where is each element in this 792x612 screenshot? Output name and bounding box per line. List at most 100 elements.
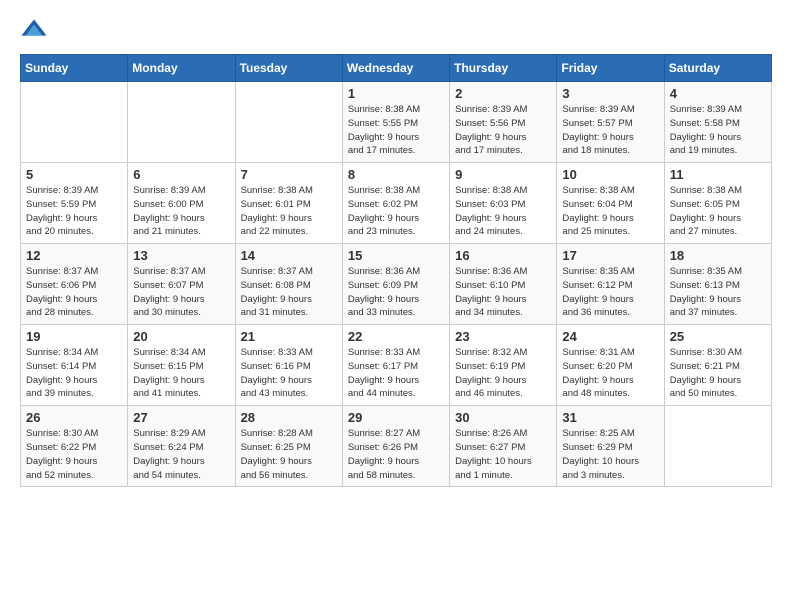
day-number: 29 <box>348 410 444 425</box>
day-cell: 28 Sunrise: 8:28 AMSunset: 6:25 PMDayligh… <box>235 406 342 487</box>
day-cell: 4 Sunrise: 8:39 AMSunset: 5:58 PMDaylight… <box>664 82 771 163</box>
day-cell: 20Sunrise: 8:34 AMSunset: 6:15 PMDayligh… <box>128 325 235 406</box>
day-number: 6 <box>133 167 229 182</box>
weekday-header-tuesday: Tuesday <box>235 55 342 82</box>
week-row-4: 19Sunrise: 8:34 AMSunset: 6:14 PMDayligh… <box>21 325 772 406</box>
day-number: 26 <box>26 410 122 425</box>
day-cell: 11 Sunrise: 8:38 AMSunset: 6:05 PMDayligh… <box>664 163 771 244</box>
day-cell: 6 Sunrise: 8:39 AMSunset: 6:00 PMDaylight… <box>128 163 235 244</box>
day-info: Sunrise: 8:26 AMSunset: 6:27 PMDaylight:… <box>455 427 551 482</box>
day-cell: 24 Sunrise: 8:31 AMSunset: 6:20 PMDayligh… <box>557 325 664 406</box>
day-number: 14 <box>241 248 337 263</box>
calendar-page: SundayMondayTuesdayWednesdayThursdayFrid… <box>0 0 792 503</box>
day-number: 27 <box>133 410 229 425</box>
day-cell <box>664 406 771 487</box>
day-number: 22 <box>348 329 444 344</box>
day-info: Sunrise: 8:33 AMSunset: 6:16 PMDaylight:… <box>241 346 337 401</box>
day-cell: 23 Sunrise: 8:32 AMSunset: 6:19 PMDayligh… <box>450 325 557 406</box>
day-number: 9 <box>455 167 551 182</box>
weekday-header-friday: Friday <box>557 55 664 82</box>
day-cell: 26 Sunrise: 8:30 AMSunset: 6:22 PMDayligh… <box>21 406 128 487</box>
day-info: Sunrise: 8:32 AMSunset: 6:19 PMDaylight:… <box>455 346 551 401</box>
weekday-header-monday: Monday <box>128 55 235 82</box>
day-number: 12 <box>26 248 122 263</box>
logo-icon <box>20 16 48 44</box>
day-cell: 2 Sunrise: 8:39 AMSunset: 5:56 PMDaylight… <box>450 82 557 163</box>
day-number: 17 <box>562 248 658 263</box>
calendar-table: SundayMondayTuesdayWednesdayThursdayFrid… <box>20 54 772 487</box>
day-info: Sunrise: 8:39 AMSunset: 5:59 PMDaylight:… <box>26 184 122 239</box>
day-number: 30 <box>455 410 551 425</box>
day-cell: 7Sunrise: 8:38 AMSunset: 6:01 PMDaylight… <box>235 163 342 244</box>
day-number: 20 <box>133 329 229 344</box>
day-number: 10 <box>562 167 658 182</box>
day-number: 1 <box>348 86 444 101</box>
day-info: Sunrise: 8:31 AMSunset: 6:20 PMDaylight:… <box>562 346 658 401</box>
week-row-5: 26 Sunrise: 8:30 AMSunset: 6:22 PMDayligh… <box>21 406 772 487</box>
day-info: Sunrise: 8:30 AMSunset: 6:21 PMDaylight:… <box>670 346 766 401</box>
week-row-1: 1 Sunrise: 8:38 AMSunset: 5:55 PMDaylight… <box>21 82 772 163</box>
day-number: 11 <box>670 167 766 182</box>
day-cell: 21Sunrise: 8:33 AMSunset: 6:16 PMDayligh… <box>235 325 342 406</box>
day-info: Sunrise: 8:33 AMSunset: 6:17 PMDaylight:… <box>348 346 444 401</box>
weekday-header-sunday: Sunday <box>21 55 128 82</box>
logo <box>20 16 52 44</box>
day-info: Sunrise: 8:29 AMSunset: 6:24 PMDaylight:… <box>133 427 229 482</box>
header <box>20 16 772 44</box>
day-cell: 31 Sunrise: 8:25 AMSunset: 6:29 PMDayligh… <box>557 406 664 487</box>
day-cell: 13Sunrise: 8:37 AMSunset: 6:07 PMDayligh… <box>128 244 235 325</box>
day-cell: 29Sunrise: 8:27 AMSunset: 6:26 PMDayligh… <box>342 406 449 487</box>
day-cell: 1 Sunrise: 8:38 AMSunset: 5:55 PMDaylight… <box>342 82 449 163</box>
day-cell: 8 Sunrise: 8:38 AMSunset: 6:02 PMDaylight… <box>342 163 449 244</box>
day-cell: 25 Sunrise: 8:30 AMSunset: 6:21 PMDayligh… <box>664 325 771 406</box>
day-number: 18 <box>670 248 766 263</box>
day-cell: 3Sunrise: 8:39 AMSunset: 5:57 PMDaylight… <box>557 82 664 163</box>
week-row-2: 5 Sunrise: 8:39 AMSunset: 5:59 PMDaylight… <box>21 163 772 244</box>
day-info: Sunrise: 8:35 AMSunset: 6:12 PMDaylight:… <box>562 265 658 320</box>
weekday-header-wednesday: Wednesday <box>342 55 449 82</box>
day-info: Sunrise: 8:38 AMSunset: 5:55 PMDaylight:… <box>348 103 444 158</box>
day-cell: 12 Sunrise: 8:37 AMSunset: 6:06 PMDayligh… <box>21 244 128 325</box>
day-number: 16 <box>455 248 551 263</box>
day-info: Sunrise: 8:30 AMSunset: 6:22 PMDaylight:… <box>26 427 122 482</box>
day-number: 8 <box>348 167 444 182</box>
day-cell: 9Sunrise: 8:38 AMSunset: 6:03 PMDaylight… <box>450 163 557 244</box>
day-info: Sunrise: 8:38 AMSunset: 6:05 PMDaylight:… <box>670 184 766 239</box>
day-cell <box>235 82 342 163</box>
day-info: Sunrise: 8:28 AMSunset: 6:25 PMDaylight:… <box>241 427 337 482</box>
day-info: Sunrise: 8:37 AMSunset: 6:08 PMDaylight:… <box>241 265 337 320</box>
day-number: 5 <box>26 167 122 182</box>
day-number: 19 <box>26 329 122 344</box>
day-info: Sunrise: 8:37 AMSunset: 6:06 PMDaylight:… <box>26 265 122 320</box>
day-number: 25 <box>670 329 766 344</box>
day-number: 2 <box>455 86 551 101</box>
day-info: Sunrise: 8:36 AMSunset: 6:09 PMDaylight:… <box>348 265 444 320</box>
day-number: 4 <box>670 86 766 101</box>
day-cell: 17 Sunrise: 8:35 AMSunset: 6:12 PMDayligh… <box>557 244 664 325</box>
weekday-header-thursday: Thursday <box>450 55 557 82</box>
day-info: Sunrise: 8:39 AMSunset: 5:57 PMDaylight:… <box>562 103 658 158</box>
day-info: Sunrise: 8:36 AMSunset: 6:10 PMDaylight:… <box>455 265 551 320</box>
day-cell: 27 Sunrise: 8:29 AMSunset: 6:24 PMDayligh… <box>128 406 235 487</box>
day-number: 28 <box>241 410 337 425</box>
day-cell: 22 Sunrise: 8:33 AMSunset: 6:17 PMDayligh… <box>342 325 449 406</box>
day-info: Sunrise: 8:38 AMSunset: 6:01 PMDaylight:… <box>241 184 337 239</box>
day-info: Sunrise: 8:39 AMSunset: 5:56 PMDaylight:… <box>455 103 551 158</box>
day-info: Sunrise: 8:25 AMSunset: 6:29 PMDaylight:… <box>562 427 658 482</box>
day-number: 15 <box>348 248 444 263</box>
day-cell: 15 Sunrise: 8:36 AMSunset: 6:09 PMDayligh… <box>342 244 449 325</box>
day-number: 24 <box>562 329 658 344</box>
day-number: 31 <box>562 410 658 425</box>
day-cell <box>128 82 235 163</box>
day-number: 23 <box>455 329 551 344</box>
day-info: Sunrise: 8:38 AMSunset: 6:04 PMDaylight:… <box>562 184 658 239</box>
day-cell: 18 Sunrise: 8:35 AMSunset: 6:13 PMDayligh… <box>664 244 771 325</box>
day-info: Sunrise: 8:35 AMSunset: 6:13 PMDaylight:… <box>670 265 766 320</box>
day-info: Sunrise: 8:39 AMSunset: 6:00 PMDaylight:… <box>133 184 229 239</box>
weekday-header-row: SundayMondayTuesdayWednesdayThursdayFrid… <box>21 55 772 82</box>
day-cell: 10 Sunrise: 8:38 AMSunset: 6:04 PMDayligh… <box>557 163 664 244</box>
day-info: Sunrise: 8:39 AMSunset: 5:58 PMDaylight:… <box>670 103 766 158</box>
day-cell: 30 Sunrise: 8:26 AMSunset: 6:27 PMDayligh… <box>450 406 557 487</box>
day-info: Sunrise: 8:38 AMSunset: 6:02 PMDaylight:… <box>348 184 444 239</box>
day-cell: 5 Sunrise: 8:39 AMSunset: 5:59 PMDaylight… <box>21 163 128 244</box>
